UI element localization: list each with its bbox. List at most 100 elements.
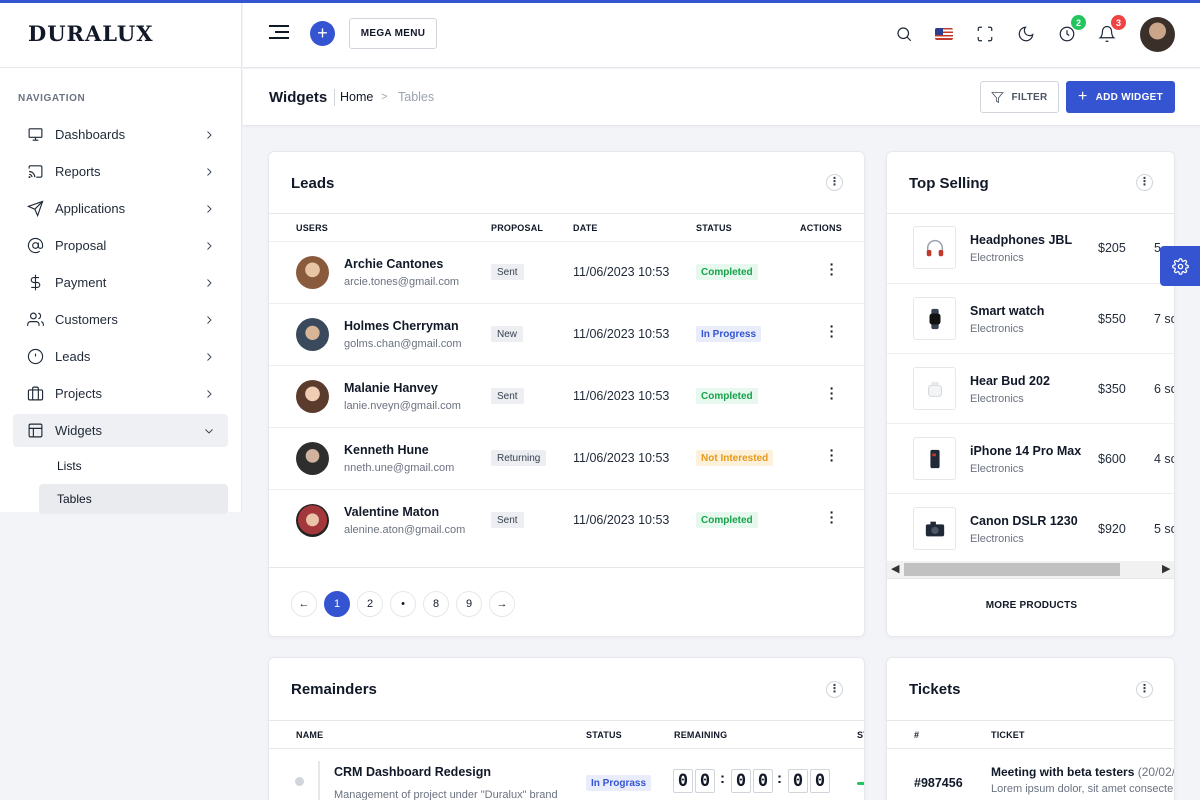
- quick-add-button[interactable]: +: [310, 21, 335, 46]
- cast-icon: [25, 162, 45, 182]
- at-sign-icon: [25, 236, 45, 256]
- sidebar-item-label: Widgets: [55, 423, 102, 438]
- list-item[interactable]: Headphones JBL Electronics $205 5: [887, 213, 1174, 283]
- sidebar-item-reports[interactable]: Reports: [13, 155, 228, 188]
- pagination-prev[interactable]: ←: [291, 591, 317, 617]
- ticket-desc: Lorem ipsum dolor, sit amet consecte: [991, 783, 1174, 795]
- product-name[interactable]: Headphones JBL: [970, 233, 1072, 247]
- row-actions-icon[interactable]: · · ·: [829, 257, 835, 281]
- sidebar-item-customers[interactable]: Customers: [13, 303, 228, 336]
- status-badge: In Prograss: [586, 775, 652, 791]
- column-header-number: #: [914, 730, 920, 740]
- pagination-page-1[interactable]: 1: [324, 591, 350, 617]
- table-row[interactable]: Valentine Maton alenine.aton@gmail.com S…: [269, 489, 864, 551]
- list-item[interactable]: Hear Bud 202 Electronics $350 6 so: [887, 353, 1174, 423]
- timer-digit: 0: [788, 769, 808, 793]
- lead-name[interactable]: Archie Cantones: [344, 257, 443, 271]
- avatar: [296, 442, 329, 475]
- pagination-next[interactable]: →: [489, 591, 515, 617]
- more-vertical-icon[interactable]: ⋮: [1136, 681, 1153, 698]
- divider: [269, 567, 864, 568]
- horizontal-scrollbar[interactable]: ◀ ▶: [887, 561, 1174, 578]
- timer-colon: :: [720, 770, 725, 787]
- row-actions-icon[interactable]: · · ·: [829, 319, 835, 343]
- more-products-button[interactable]: MORE PRODUCTS: [887, 600, 1174, 611]
- product-category: Electronics: [970, 463, 1024, 475]
- list-item[interactable]: iPhone 14 Pro Max Electronics $600 4 so: [887, 423, 1174, 493]
- top-accent-bar: [0, 0, 1200, 3]
- sidebar-subitem-tables[interactable]: Tables: [39, 484, 228, 514]
- scroll-left-icon[interactable]: ◀: [891, 562, 899, 575]
- product-name[interactable]: Canon DSLR 1230: [970, 514, 1078, 528]
- pagination-page-8[interactable]: 8: [423, 591, 449, 617]
- sidebar-item-payment[interactable]: Payment: [13, 266, 228, 299]
- scrollbar-thumb[interactable]: [904, 563, 1120, 576]
- lead-name[interactable]: Malanie Hanvey: [344, 381, 438, 395]
- proposal-badge: Sent: [491, 264, 524, 280]
- fullscreen-icon[interactable]: [974, 23, 996, 45]
- sidebar-item-proposal[interactable]: Proposal: [13, 229, 228, 262]
- us-flag-icon[interactable]: [935, 28, 953, 40]
- more-vertical-icon[interactable]: ⋮: [826, 681, 843, 698]
- sidebar-item-widgets[interactable]: Widgets: [13, 414, 228, 447]
- row-actions-icon[interactable]: · · ·: [829, 381, 835, 405]
- card-title: Top Selling: [909, 175, 989, 192]
- pagination-page-9[interactable]: 9: [456, 591, 482, 617]
- sidebar-item-label: Proposal: [55, 238, 107, 253]
- lead-date: 11/06/2023 10:53: [573, 265, 670, 279]
- menu-toggle-icon[interactable]: [269, 25, 289, 41]
- product-sold: 6 so: [1154, 382, 1174, 396]
- user-avatar[interactable]: [1140, 17, 1175, 52]
- sidebar-item-label: Dashboards: [55, 127, 126, 142]
- table-row[interactable]: Archie Cantones arcie.tones@gmail.com Se…: [269, 241, 864, 303]
- mega-menu-button[interactable]: MEGA MENU: [349, 18, 437, 49]
- sidebar-subitem-lists[interactable]: Lists: [39, 451, 228, 481]
- product-price: $600: [1098, 452, 1126, 466]
- add-widget-button[interactable]: + ADD WIDGET: [1066, 81, 1175, 113]
- product-name[interactable]: Hear Bud 202: [970, 374, 1050, 388]
- row-actions-icon[interactable]: · · ·: [829, 443, 835, 467]
- sidebar-item-leads[interactable]: Leads: [13, 340, 228, 373]
- sidebar-item-projects[interactable]: Projects: [13, 377, 228, 410]
- list-item[interactable]: Smart watch Electronics $550 7 so: [887, 283, 1174, 353]
- bell-icon[interactable]: 3: [1096, 15, 1126, 45]
- monitor-icon: [25, 125, 45, 145]
- ticket-id[interactable]: #987456: [914, 776, 963, 790]
- product-name[interactable]: Smart watch: [970, 304, 1044, 318]
- logo-area: DURALUX: [0, 0, 241, 68]
- lead-name[interactable]: Valentine Maton: [344, 505, 439, 519]
- column-header-date: DATE: [573, 223, 598, 233]
- lead-email: golms.chan@gmail.com: [344, 338, 462, 350]
- pagination-page-2[interactable]: 2: [357, 591, 383, 617]
- list-item[interactable]: Canon DSLR 1230 Electronics $920 5 so: [887, 493, 1174, 561]
- smartwatch-icon: [913, 297, 956, 340]
- table-row[interactable]: Holmes Cherryman golms.chan@gmail.com Ne…: [269, 303, 864, 365]
- scroll-right-icon[interactable]: ▶: [1162, 562, 1170, 575]
- row-actions-icon[interactable]: · · ·: [829, 505, 835, 529]
- filter-button[interactable]: FILTER: [980, 81, 1059, 113]
- ticket-title[interactable]: Meeting with beta testers: [991, 765, 1134, 779]
- breadcrumb-home[interactable]: Home: [340, 90, 373, 104]
- logo[interactable]: DURALUX: [28, 21, 154, 46]
- sidebar-item-applications[interactable]: Applications: [13, 192, 228, 225]
- product-name[interactable]: iPhone 14 Pro Max: [970, 444, 1081, 458]
- chevron-right-icon: [203, 351, 215, 363]
- settings-gear-button[interactable]: [1160, 246, 1200, 286]
- product-sold: 5 so: [1154, 522, 1174, 536]
- remainder-name[interactable]: CRM Dashboard Redesign: [334, 765, 491, 779]
- lead-name[interactable]: Kenneth Hune: [344, 443, 429, 457]
- avatar: [296, 318, 329, 351]
- moon-icon[interactable]: [1015, 23, 1037, 45]
- table-row[interactable]: Kenneth Hune nneth.une@gmail.com Returni…: [269, 427, 864, 489]
- table-row[interactable]: Malanie Hanvey lanie.nveyn@gmail.com Sen…: [269, 365, 864, 427]
- divider: [887, 578, 1174, 579]
- product-price: $205: [1098, 241, 1126, 255]
- clock-icon[interactable]: 2: [1056, 15, 1086, 45]
- lead-email: lanie.nveyn@gmail.com: [344, 400, 461, 412]
- lead-name[interactable]: Holmes Cherryman: [344, 319, 459, 333]
- search-icon[interactable]: [893, 23, 915, 45]
- divider: [887, 748, 1174, 749]
- more-vertical-icon[interactable]: ⋮: [1136, 174, 1153, 191]
- sidebar-item-dashboards[interactable]: Dashboards: [13, 118, 228, 151]
- more-vertical-icon[interactable]: ⋮: [826, 174, 843, 191]
